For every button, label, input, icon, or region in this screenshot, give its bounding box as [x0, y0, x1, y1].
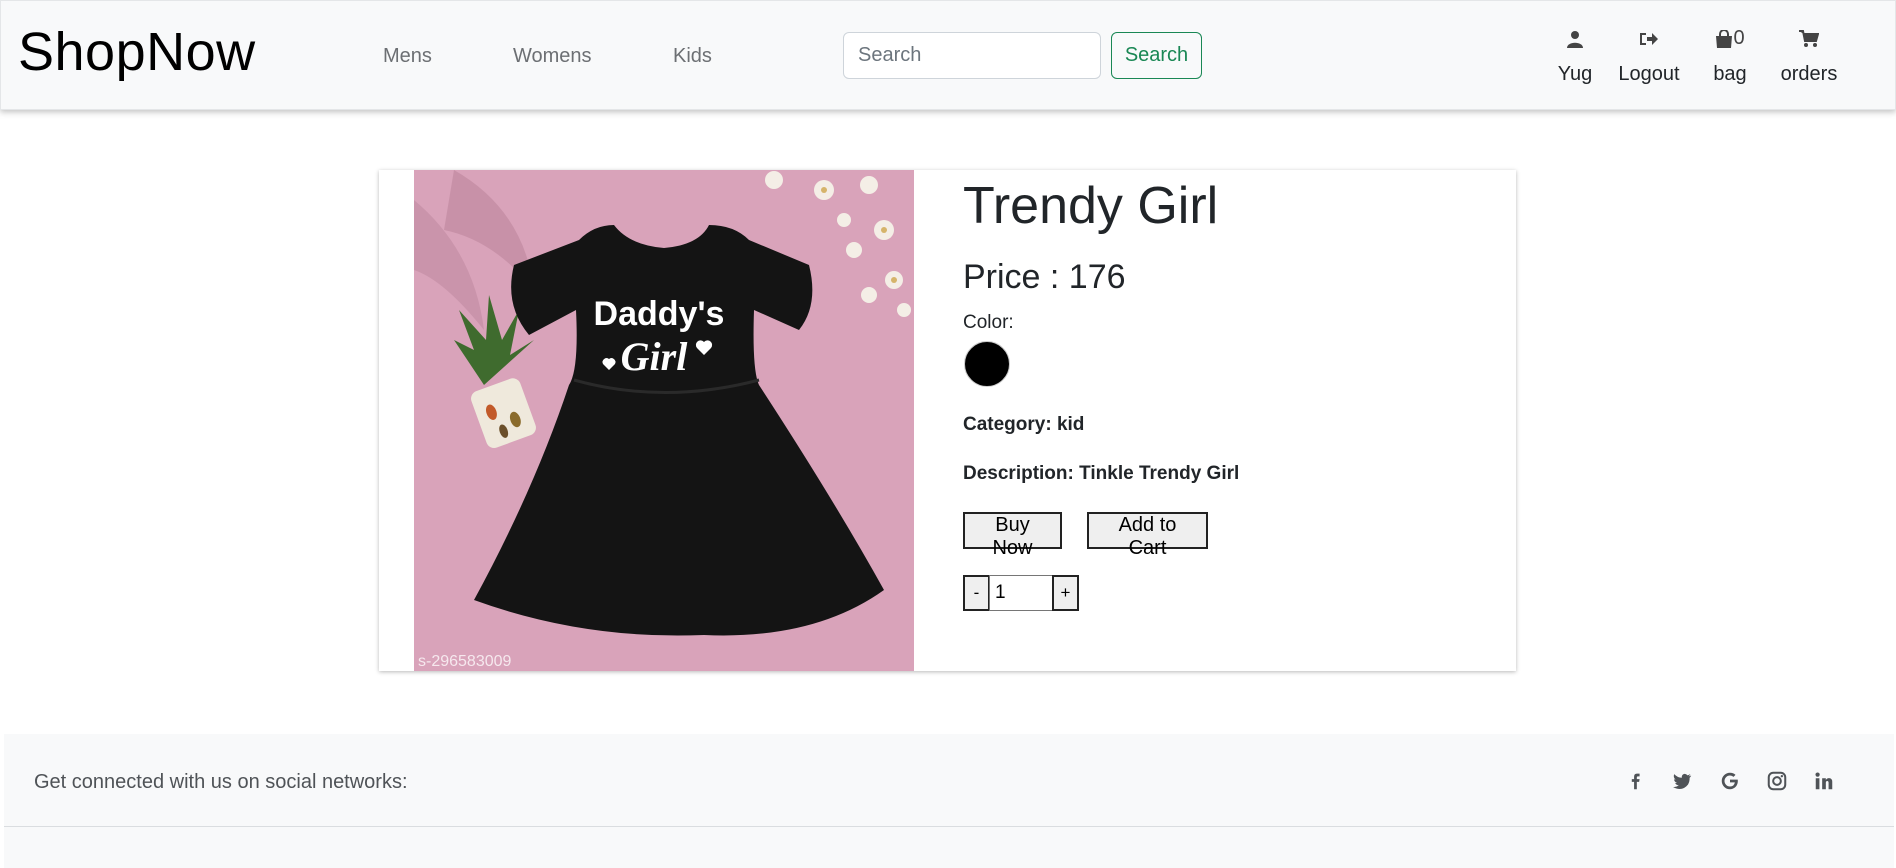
cart-icon	[1780, 25, 1838, 51]
product-image: Daddy's Girl s-296583009	[414, 170, 914, 671]
user-name: Yug	[1557, 63, 1593, 85]
search-input[interactable]	[843, 32, 1101, 79]
quantity-increment-button[interactable]: +	[1052, 575, 1079, 611]
nav-link-womens[interactable]: Womens	[513, 45, 592, 68]
bag-count: 0	[1733, 27, 1745, 49]
orders-link[interactable]: orders	[1780, 25, 1838, 86]
shopping-bag-icon	[1716, 28, 1733, 48]
dress-illustration: Daddy's Girl	[414, 170, 914, 671]
sign-out-icon	[1615, 25, 1683, 51]
bag-label: bag	[1713, 63, 1747, 85]
user-icon	[1556, 25, 1594, 51]
google-icon[interactable]	[1719, 770, 1743, 794]
footer: Get connected with us on social networks…	[4, 734, 1894, 868]
product-title: Trendy Girl	[963, 177, 1219, 235]
nav-link-mens[interactable]: Mens	[383, 45, 432, 68]
product-category: Category: kid	[963, 414, 1085, 435]
quantity-input[interactable]	[989, 575, 1053, 611]
dress-print-line1: Daddy's	[594, 295, 725, 333]
buy-now-button[interactable]: Buy Now	[963, 512, 1062, 559]
dress-print-line2: Girl	[621, 334, 689, 379]
brand-logo[interactable]: ShopNow	[18, 21, 256, 83]
nav-link-kids[interactable]: Kids	[673, 45, 712, 68]
bag-link[interactable]: 0 bag	[1712, 25, 1748, 86]
product-price: Price : 176	[963, 258, 1126, 296]
image-watermark: s-296583009	[418, 653, 512, 670]
product-description: Description: Tinkle Trendy Girl	[963, 463, 1240, 484]
twitter-icon[interactable]	[1671, 770, 1695, 794]
linkedin-icon[interactable]	[1813, 770, 1837, 794]
search-button[interactable]: Search	[1111, 32, 1202, 79]
facebook-icon[interactable]	[1624, 770, 1648, 794]
quantity-decrement-button[interactable]: -	[963, 575, 990, 611]
orders-label: orders	[1780, 63, 1838, 85]
footer-social-text: Get connected with us on social networks…	[34, 771, 408, 793]
color-swatch-black[interactable]	[964, 341, 1010, 387]
instagram-icon[interactable]	[1766, 770, 1790, 794]
add-to-cart-button[interactable]: Add to Cart	[1087, 512, 1208, 559]
navbar: ShopNow Mens Womens Kids Search Yug Logo…	[0, 0, 1896, 110]
user-menu[interactable]: Yug	[1556, 25, 1594, 86]
color-label: Color:	[963, 312, 1014, 333]
logout-link[interactable]: Logout	[1615, 25, 1683, 86]
logout-label: Logout	[1618, 63, 1680, 85]
footer-divider	[4, 826, 1894, 827]
product-card: Daddy's Girl s-296583009 Trendy Girl Pri…	[379, 170, 1516, 671]
bag-icon-group: 0	[1712, 25, 1748, 51]
